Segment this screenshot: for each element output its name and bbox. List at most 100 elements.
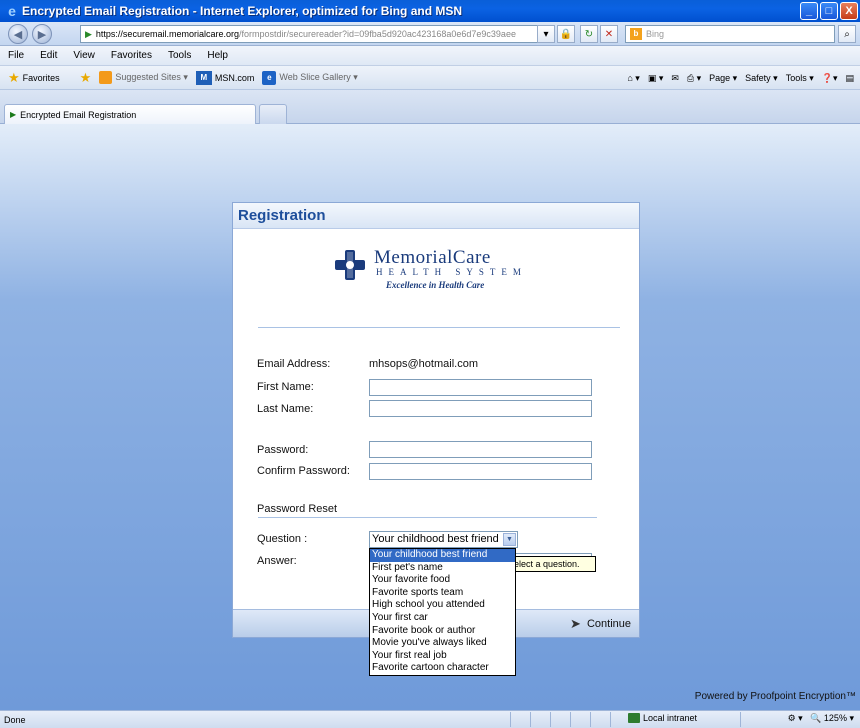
close-button[interactable]: X [840, 2, 858, 20]
url-dropdown-button[interactable]: ▾ [537, 25, 555, 43]
status-separator [550, 712, 551, 727]
confirm-password-field[interactable] [369, 463, 592, 480]
security-zone[interactable]: Local intranet [628, 713, 697, 723]
maximize-button[interactable]: □ [820, 2, 838, 20]
search-button[interactable]: ⌕ [838, 25, 856, 43]
zoom-level: 125% [823, 713, 847, 723]
minimize-button[interactable]: _ [800, 2, 818, 20]
research-icon[interactable]: ▤ [845, 73, 854, 84]
dropdown-option[interactable]: Your first car [370, 612, 515, 625]
confirm-password-label: Confirm Password: [257, 465, 350, 477]
memorialcare-logo: MemorialCare HEALTH SYSTEM Excellence in… [334, 247, 554, 307]
search-icon: ⌕ [844, 28, 850, 40]
dropdown-option[interactable]: Movie you've always liked [370, 637, 515, 650]
stop-button[interactable]: ✕ [600, 25, 618, 43]
menu-view[interactable]: View [71, 50, 97, 61]
logo-subtitle: HEALTH SYSTEM [376, 267, 527, 277]
suggested-sites-link[interactable]: Suggested Sites ▾ [99, 71, 188, 84]
question-select[interactable]: Your childhood best friend ▼ [369, 531, 518, 548]
chevron-down-icon: ▾ [849, 713, 854, 723]
dropdown-option[interactable]: Favorite sports team [370, 587, 515, 600]
chevron-down-icon[interactable]: ▼ [503, 533, 516, 546]
last-name-label: Last Name: [257, 403, 314, 415]
menu-favorites[interactable]: Favorites [109, 50, 154, 61]
status-separator [740, 712, 741, 727]
dropdown-option[interactable]: Your childhood best friend [370, 549, 515, 562]
command-bar: ⌂ ▾ ▣ ▾ ✉ ⎙ ▾ Page ▾ Safety ▾ Tools ▾ ❓▾… [627, 66, 854, 90]
window-controls: _ □ X [800, 2, 858, 20]
dropdown-option[interactable]: High school you attended [370, 599, 515, 612]
dropdown-option[interactable]: Favorite book or author [370, 625, 515, 638]
forward-button[interactable]: ▶ [32, 24, 52, 44]
lock-icon: 🔒 [559, 28, 573, 40]
zoom-icon: 🔍 [810, 713, 822, 723]
print-icon[interactable]: ⎙ ▾ [687, 73, 701, 84]
divider [258, 327, 620, 328]
password-field[interactable] [369, 441, 592, 458]
intranet-icon [628, 713, 640, 723]
back-arrow-icon: ◀ [13, 28, 23, 41]
tools-menu[interactable]: Tools ▾ [786, 73, 814, 84]
suggested-sites-label: Suggested Sites ▾ [115, 72, 188, 82]
chevron-down-icon: ▾ [543, 28, 549, 40]
url-host: https://securemail.memorialcare.org [95, 29, 239, 39]
favorites-button[interactable]: ★ Favorites [8, 70, 60, 86]
address-bar: ◀ ▶ ▶ https://securemail.memorialcare.or… [0, 22, 860, 46]
continue-button[interactable]: ➤ Continue [570, 616, 631, 632]
dropdown-option[interactable]: Your favorite food [370, 574, 515, 587]
help-icon[interactable]: ❓▾ [822, 73, 838, 84]
question-tooltip: Select a question. [504, 556, 596, 572]
section-divider [258, 517, 597, 518]
status-bar: Done Local intranet ⚙ ▾ 🔍 125% ▾ [0, 710, 860, 728]
menu-help[interactable]: Help [205, 50, 230, 61]
msn-icon: M [195, 70, 212, 85]
tab-encrypted-email-registration[interactable]: ▶ Encrypted Email Registration [4, 104, 256, 124]
new-tab-button[interactable] [259, 104, 287, 124]
zoom-control[interactable]: ⚙ ▾ 🔍 125% ▾ [788, 713, 854, 724]
web-slice-label: Web Slice Gallery ▾ [279, 72, 358, 82]
msn-label: MSN.com [214, 72, 255, 83]
dropdown-option[interactable]: Your first real job [370, 650, 515, 663]
suggested-sites-icon [99, 71, 113, 84]
home-icon[interactable]: ⌂ ▾ [627, 73, 639, 84]
logo-cross-icon [335, 250, 365, 280]
email-value: mhsops@hotmail.com [369, 358, 478, 370]
favorites-label: Favorites [22, 72, 60, 83]
favorites-bar: ★ Favorites ★ Suggested Sites ▾ M MSN.co… [0, 66, 860, 90]
menu-edit[interactable]: Edit [38, 50, 59, 61]
back-button[interactable]: ◀ [8, 24, 28, 44]
search-input[interactable]: b Bing [625, 25, 835, 43]
mail-icon[interactable]: ✉ [671, 73, 679, 84]
first-name-field[interactable] [369, 379, 592, 396]
menu-file[interactable]: File [6, 50, 26, 61]
status-separator [510, 712, 511, 727]
dropdown-option[interactable]: Favorite cartoon character [370, 662, 515, 675]
search-placeholder: Bing [646, 29, 665, 39]
lock-button[interactable]: 🔒 [557, 25, 575, 43]
dropdown-option[interactable]: First pet's name [370, 562, 515, 575]
add-favorites-button[interactable]: ★ [80, 70, 92, 86]
protected-mode-icon: ⚙ ▾ [787, 713, 808, 723]
msn-link[interactable]: M MSN.com [195, 70, 255, 85]
password-label: Password: [257, 444, 309, 456]
email-label: Email Address: [257, 358, 331, 370]
question-label: Question : [257, 533, 308, 545]
add-favorite-icon: ★ [79, 69, 92, 85]
web-slice-gallery-link[interactable]: e Web Slice Gallery ▾ [262, 70, 358, 85]
status-separator [530, 712, 531, 727]
first-name-label: First Name: [257, 381, 314, 393]
stop-icon: ✕ [604, 28, 614, 40]
url-input[interactable]: ▶ https://securemail.memorialcare.org /f… [80, 25, 550, 43]
last-name-field[interactable] [369, 400, 592, 417]
page-icon: ▶ [10, 110, 17, 119]
safety-menu[interactable]: Safety ▾ [745, 73, 778, 84]
forward-arrow-icon: ▶ [37, 28, 47, 41]
web-slice-icon: e [262, 70, 277, 85]
menu-tools[interactable]: Tools [166, 50, 193, 61]
refresh-button[interactable]: ↻ [580, 25, 598, 43]
continue-arrow-icon: ➤ [570, 616, 581, 631]
page-menu[interactable]: Page ▾ [709, 73, 737, 84]
go-arrow-icon: ▶ [85, 28, 92, 39]
logo-name: MemorialCare [374, 247, 491, 268]
feeds-icon[interactable]: ▣ ▾ [648, 73, 664, 84]
